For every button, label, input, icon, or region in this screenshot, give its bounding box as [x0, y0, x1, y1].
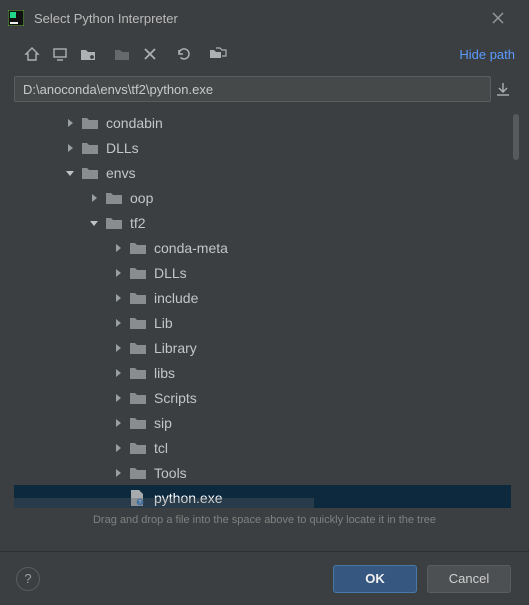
home-icon[interactable]: [18, 42, 46, 66]
chevron-right-icon[interactable]: [112, 242, 124, 254]
load-path-icon[interactable]: [495, 81, 519, 97]
tree-row[interactable]: DLLs: [14, 260, 511, 285]
horizontal-scrollbar[interactable]: [14, 498, 314, 508]
tree-row[interactable]: include: [14, 285, 511, 310]
folder-icon: [106, 191, 122, 205]
tree-row-label: DLLs: [154, 265, 187, 281]
footer: ? OK Cancel: [0, 551, 529, 605]
path-input[interactable]: [14, 76, 491, 102]
tree-row[interactable]: tcl: [14, 435, 511, 460]
folder-icon: [82, 166, 98, 180]
tree-row-label: include: [154, 290, 198, 306]
chevron-right-icon[interactable]: [112, 417, 124, 429]
chevron-right-icon[interactable]: [112, 367, 124, 379]
folder-icon: [130, 241, 146, 255]
tree-row[interactable]: oop: [14, 185, 511, 210]
folder-icon: [130, 316, 146, 330]
tree-row[interactable]: condabin: [14, 110, 511, 135]
file-tree[interactable]: condabin DLLs envs oop tf2 conda-meta DLLs incl…: [14, 110, 519, 508]
cancel-button[interactable]: Cancel: [427, 565, 511, 593]
tree-row-label: oop: [130, 190, 153, 206]
tree-row[interactable]: libs: [14, 360, 511, 385]
folder-icon: [106, 216, 122, 230]
project-icon[interactable]: [74, 42, 102, 66]
tree-row-label: DLLs: [106, 140, 139, 156]
chevron-right-icon[interactable]: [112, 292, 124, 304]
tree-row[interactable]: Scripts: [14, 385, 511, 410]
scrollbar-thumb[interactable]: [513, 114, 519, 160]
show-hidden-icon[interactable]: [204, 42, 232, 66]
tree-row-label: tcl: [154, 440, 168, 456]
scrollbar-track[interactable]: [511, 110, 519, 508]
chevron-right-icon[interactable]: [112, 392, 124, 404]
folder-icon: [130, 266, 146, 280]
tree-row[interactable]: sip: [14, 410, 511, 435]
folder-icon: [130, 366, 146, 380]
tree-row-label: Tools: [154, 465, 187, 481]
tree-row[interactable]: Tools: [14, 460, 511, 485]
tree-row-label: Scripts: [154, 390, 197, 406]
tree-row-label: Library: [154, 340, 197, 356]
hide-path-link[interactable]: Hide path: [459, 47, 515, 62]
window-title: Select Python Interpreter: [34, 11, 491, 26]
tree-row-label: conda-meta: [154, 240, 228, 256]
toolbar: Hide path: [0, 36, 529, 72]
titlebar: Select Python Interpreter: [0, 0, 529, 36]
chevron-right-icon[interactable]: [112, 267, 124, 279]
path-row: [0, 74, 529, 104]
tree-row-label: Lib: [154, 315, 173, 331]
drag-hint: Drag and drop a file into the space abov…: [0, 514, 529, 526]
tree-row-label: tf2: [130, 215, 146, 231]
folder-icon: [130, 416, 146, 430]
tree-row-label: libs: [154, 365, 175, 381]
help-button[interactable]: ?: [16, 567, 40, 591]
chevron-right-icon[interactable]: [64, 117, 76, 129]
chevron-right-icon[interactable]: [112, 317, 124, 329]
chevron-right-icon[interactable]: [64, 142, 76, 154]
tree-row-label: condabin: [106, 115, 163, 131]
folder-icon: [130, 391, 146, 405]
tree-row[interactable]: conda-meta: [14, 235, 511, 260]
tree-row[interactable]: Lib: [14, 310, 511, 335]
folder-icon: [82, 141, 98, 155]
chevron-right-icon[interactable]: [112, 342, 124, 354]
delete-icon[interactable]: [136, 42, 164, 66]
tree-row-label: sip: [154, 415, 172, 431]
ok-button[interactable]: OK: [333, 565, 417, 593]
tree-row[interactable]: DLLs: [14, 135, 511, 160]
folder-icon: [130, 466, 146, 480]
tree-row[interactable]: Library: [14, 335, 511, 360]
tree-row[interactable]: tf2: [14, 210, 511, 235]
close-icon[interactable]: [491, 11, 519, 25]
new-folder-icon[interactable]: [108, 42, 136, 66]
pycharm-icon: [8, 10, 24, 26]
chevron-right-icon[interactable]: [88, 192, 100, 204]
chevron-down-icon[interactable]: [88, 217, 100, 229]
tree-row[interactable]: envs: [14, 160, 511, 185]
folder-icon: [82, 116, 98, 130]
folder-icon: [130, 291, 146, 305]
tree-row-label: envs: [106, 165, 136, 181]
folder-icon: [130, 441, 146, 455]
chevron-right-icon[interactable]: [112, 442, 124, 454]
chevron-down-icon[interactable]: [64, 167, 76, 179]
chevron-right-icon[interactable]: [112, 467, 124, 479]
desktop-icon[interactable]: [46, 42, 74, 66]
folder-icon: [130, 341, 146, 355]
refresh-icon[interactable]: [170, 42, 198, 66]
